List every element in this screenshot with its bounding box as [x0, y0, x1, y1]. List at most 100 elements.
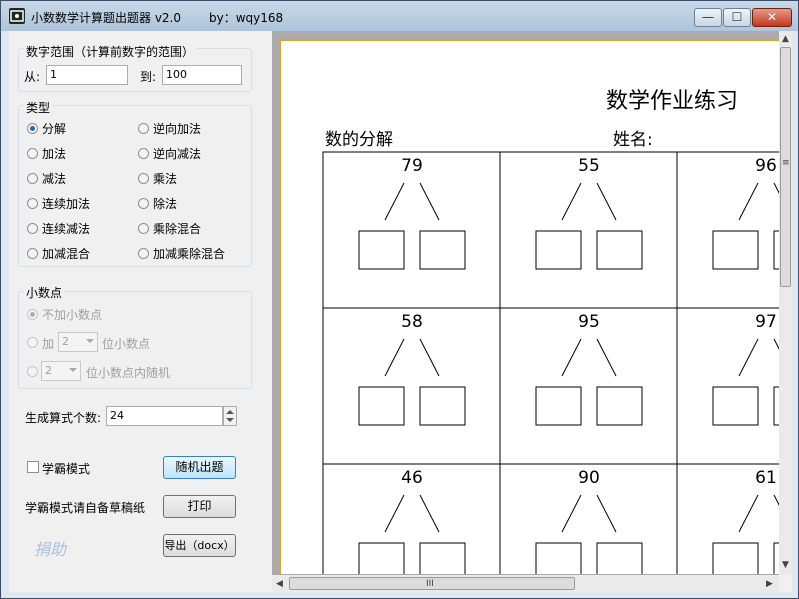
- problem-number: 90: [578, 468, 600, 488]
- branch-left-line: [738, 182, 759, 221]
- grip-icon: ≡: [782, 158, 790, 168]
- chevron-down-icon: [86, 339, 94, 343]
- branch-right-line: [596, 338, 617, 377]
- xueba-label: 学霸模式: [42, 462, 91, 476]
- answer-box-left: [358, 542, 405, 574]
- maximize-button[interactable]: ☐: [723, 8, 751, 27]
- answer-box-left: [712, 230, 759, 270]
- radio-label: 逆向减法: [153, 147, 202, 161]
- horizontal-scroll-thumb[interactable]: III: [289, 577, 575, 590]
- scroll-corner: [779, 575, 792, 592]
- title-bar[interactable]: 小数数学计算题出题器 v2.0 by：wqy168 — ☐ ✕: [1, 1, 798, 31]
- answer-box-left: [358, 230, 405, 270]
- radio-no-decimal[interactable]: [27, 309, 38, 320]
- radio-reverse-add[interactable]: [138, 123, 149, 134]
- random-decimal-value: 2: [45, 364, 52, 377]
- radio-label: 分解: [42, 122, 67, 136]
- branch-left-line: [561, 338, 582, 377]
- radio-sub[interactable]: [27, 173, 38, 184]
- answer-box-left: [712, 542, 759, 574]
- answer-box-right: [596, 542, 643, 574]
- problem-number: 95: [578, 312, 600, 332]
- branch-left-line: [384, 494, 405, 533]
- decimal-group-label: 小数点: [24, 284, 65, 301]
- problem-number: 46: [401, 468, 423, 488]
- scroll-down-icon[interactable]: ▼: [782, 560, 789, 570]
- to-input[interactable]: 100: [162, 65, 242, 85]
- minimize-button[interactable]: —: [694, 8, 722, 27]
- radio-chain-sub[interactable]: [27, 223, 38, 234]
- to-label: 到:: [140, 70, 157, 84]
- spin-up-icon: [226, 410, 234, 414]
- count-label: 生成算式个数:: [25, 411, 102, 425]
- scroll-right-icon[interactable]: ▶: [766, 579, 773, 589]
- radio-label: 除法: [153, 197, 178, 211]
- vertical-scrollbar[interactable]: ▲ ≡ ▼: [779, 31, 792, 575]
- radio-random-decimal[interactable]: [27, 366, 38, 377]
- radio-muldiv[interactable]: [138, 223, 149, 234]
- xueba-note: 学霸模式请自备草稿纸: [25, 501, 146, 515]
- scroll-up-icon[interactable]: ▲: [782, 34, 789, 44]
- radio-label: 加法: [42, 147, 67, 161]
- client-area: 数字范围（计算前数字的范围） 从: 1 到: 100 类型 分解 逆向加法 加法…: [9, 31, 792, 592]
- branch-left-line: [561, 494, 582, 533]
- count-spinner[interactable]: [223, 406, 237, 426]
- app-icon: [9, 8, 25, 24]
- close-button[interactable]: ✕: [752, 8, 792, 27]
- answer-box-right: [419, 542, 466, 574]
- answer-box-left: [535, 230, 582, 270]
- add-decimal-prefix: 加: [42, 337, 55, 351]
- answer-box-left: [535, 386, 582, 426]
- radio-label: 连续加法: [42, 197, 91, 211]
- sponsor-link[interactable]: 捐助: [34, 536, 66, 560]
- from-label: 从:: [24, 70, 41, 84]
- random-decimal-suffix: 位小数点内随机: [86, 366, 171, 380]
- xueba-checkbox[interactable]: [27, 461, 39, 473]
- problem-number: 97: [755, 312, 777, 332]
- radio-addsub[interactable]: [27, 248, 38, 259]
- print-button[interactable]: 打印: [163, 495, 236, 518]
- branch-left-line: [384, 338, 405, 377]
- radio-add-decimal[interactable]: [27, 337, 38, 348]
- random-generate-button[interactable]: 随机出题: [163, 456, 236, 479]
- random-decimal-select[interactable]: 2: [41, 361, 81, 381]
- answer-box-right: [419, 386, 466, 426]
- radio-chain-add[interactable]: [27, 198, 38, 209]
- radio-mul[interactable]: [138, 173, 149, 184]
- chevron-down-icon: [69, 368, 77, 372]
- answer-box-right: [419, 230, 466, 270]
- radio-div[interactable]: [138, 198, 149, 209]
- scroll-left-icon[interactable]: ◀: [276, 579, 283, 589]
- decimal-places-value: 2: [62, 335, 69, 348]
- from-input[interactable]: 1: [46, 65, 128, 85]
- app-window: 小数数学计算题出题器 v2.0 by：wqy168 — ☐ ✕ 数字范围（计算前…: [0, 0, 799, 599]
- problem-number: 61: [755, 468, 777, 488]
- spin-down-icon: [226, 418, 234, 422]
- decimal-places-select[interactable]: 2: [58, 332, 98, 352]
- branch-left-line: [561, 182, 582, 221]
- answer-box-right: [596, 386, 643, 426]
- close-icon: ✕: [766, 10, 778, 24]
- export-docx-button[interactable]: 导出（docx）: [163, 534, 236, 557]
- window-title: 小数数学计算题出题器 v2.0: [31, 11, 182, 25]
- branch-right-line: [419, 338, 440, 377]
- answer-box-left: [535, 542, 582, 574]
- branch-right-line: [596, 182, 617, 221]
- worksheet-page: 数学作业练习 数的分解 姓名: 79 55 96 58 95 97 46 90 61: [279, 39, 781, 574]
- radio-label: 加减乘除混合: [153, 247, 226, 261]
- answer-box-left: [712, 386, 759, 426]
- preview-pane: 数学作业练习 数的分解 姓名: 79 55 96 58 95 97 46 90 61 ▲ ≡ ▼…: [272, 31, 792, 592]
- branch-left-line: [384, 182, 405, 221]
- radio-reverse-sub[interactable]: [138, 148, 149, 159]
- horizontal-scrollbar[interactable]: ◀ III ▶: [272, 575, 779, 592]
- vertical-scroll-thumb[interactable]: ≡: [780, 47, 791, 287]
- count-input[interactable]: 24: [106, 406, 223, 426]
- radio-all-mixed[interactable]: [138, 248, 149, 259]
- radio-fenjie[interactable]: [27, 123, 38, 134]
- minimize-icon: —: [702, 10, 714, 24]
- problem-number: 96: [755, 156, 777, 176]
- grip-icon: III: [426, 579, 434, 589]
- decomposition-grid: 79 55 96 58 95 97 46 90 61: [322, 151, 781, 574]
- radio-add[interactable]: [27, 148, 38, 159]
- radio-label: 减法: [42, 172, 67, 186]
